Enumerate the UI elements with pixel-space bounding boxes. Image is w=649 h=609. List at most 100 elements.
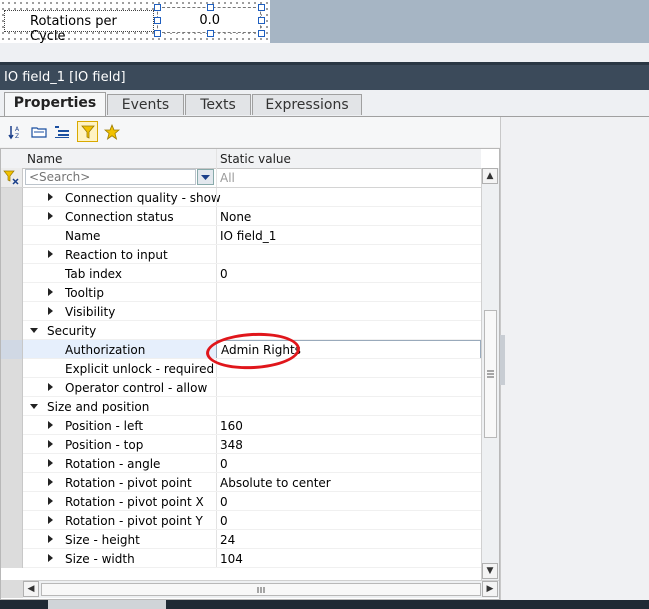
- tab-texts[interactable]: Texts: [185, 94, 251, 115]
- property-row[interactable]: Name IO field_1: [1, 226, 481, 245]
- resize-handle[interactable]: [207, 30, 214, 37]
- column-separator: [216, 226, 217, 245]
- search-dropdown-button[interactable]: [197, 169, 214, 185]
- grid-header: Name Static value: [1, 149, 481, 169]
- list-tree-icon[interactable]: [53, 123, 70, 140]
- rotations-label-object[interactable]: Rotations per Cycle: [4, 10, 154, 44]
- favorite-star-icon[interactable]: [103, 123, 120, 140]
- filter-clear-icon[interactable]: [1, 168, 23, 187]
- expand-right-icon[interactable]: [48, 440, 53, 448]
- vertical-scrollbar[interactable]: ▲ ▼: [481, 168, 499, 580]
- property-row[interactable]: Size - height 24: [1, 530, 481, 549]
- column-separator: [216, 188, 217, 207]
- property-value: None: [220, 210, 252, 224]
- property-row[interactable]: Rotation - pivot point Y 0: [1, 511, 481, 530]
- expand-down-icon[interactable]: [30, 404, 38, 409]
- property-value: 104: [220, 552, 243, 566]
- svg-text:Z: Z: [15, 133, 19, 140]
- scroll-down-button[interactable]: ▼: [482, 563, 498, 579]
- resize-handle[interactable]: [258, 17, 265, 24]
- property-row[interactable]: Rotation - pivot point X 0: [1, 492, 481, 511]
- expand-right-icon[interactable]: [48, 554, 53, 562]
- row-gutter: [1, 340, 23, 359]
- row-gutter: [1, 435, 23, 454]
- expand-right-icon[interactable]: [48, 459, 53, 467]
- expand-right-icon[interactable]: [48, 193, 53, 201]
- filter-icon[interactable]: [77, 121, 98, 142]
- vertical-scroll-thumb[interactable]: [484, 310, 497, 438]
- property-name: Connection quality - show: [65, 191, 221, 205]
- property-row[interactable]: Connection quality - show: [1, 188, 481, 207]
- column-header-value[interactable]: Static value: [220, 152, 291, 166]
- row-gutter: [1, 549, 23, 568]
- expand-right-icon[interactable]: [48, 516, 53, 524]
- property-row[interactable]: Tooltip: [1, 283, 481, 302]
- expand-right-icon[interactable]: [48, 307, 53, 315]
- property-name: Name: [65, 229, 101, 243]
- resize-handle[interactable]: [207, 4, 214, 11]
- column-separator: [216, 321, 217, 340]
- row-gutter: [1, 264, 23, 283]
- value-filter[interactable]: All: [220, 171, 235, 185]
- horizontal-scrollbar[interactable]: ◀ ▶: [23, 580, 499, 598]
- expand-right-icon[interactable]: [48, 421, 53, 429]
- expand-right-icon[interactable]: [48, 212, 53, 220]
- column-separator: [216, 511, 217, 530]
- column-separator: [216, 473, 217, 492]
- status-bar-tab[interactable]: [48, 600, 166, 609]
- property-row[interactable]: Rotation - pivot point Absolute to center: [1, 473, 481, 492]
- property-row[interactable]: Size - width 104: [1, 549, 481, 568]
- scroll-right-button[interactable]: ▶: [482, 581, 498, 597]
- sort-az-icon[interactable]: AZ: [7, 123, 24, 140]
- column-separator: [216, 549, 217, 568]
- expand-down-icon[interactable]: [30, 328, 38, 333]
- row-gutter: [1, 492, 23, 511]
- resize-handle[interactable]: [154, 4, 161, 11]
- tab-properties[interactable]: Properties: [4, 92, 106, 117]
- resize-handle[interactable]: [154, 30, 161, 37]
- column-separator: [216, 397, 217, 416]
- property-row[interactable]: Visibility: [1, 302, 481, 321]
- property-name: Reaction to input: [65, 248, 168, 262]
- property-value: 0: [220, 495, 228, 509]
- folder-icon[interactable]: [30, 123, 47, 140]
- property-row[interactable]: Position - top 348: [1, 435, 481, 454]
- property-row[interactable]: Operator control - allow: [1, 378, 481, 397]
- property-name: Rotation - angle: [65, 457, 161, 471]
- property-row[interactable]: Tab index 0: [1, 264, 481, 283]
- expand-right-icon[interactable]: [48, 535, 53, 543]
- property-value: 160: [220, 419, 243, 433]
- property-name: Position - left: [65, 419, 144, 433]
- expand-right-icon[interactable]: [48, 250, 53, 258]
- row-gutter: [1, 302, 23, 321]
- search-input[interactable]: [25, 169, 196, 185]
- property-row[interactable]: Rotation - angle 0: [1, 454, 481, 473]
- property-value: 0: [220, 514, 228, 528]
- expand-right-icon[interactable]: [48, 383, 53, 391]
- property-name: Tooltip: [65, 286, 104, 300]
- property-row[interactable]: Reaction to input: [1, 245, 481, 264]
- scroll-left-button[interactable]: ◀: [23, 581, 39, 597]
- column-separator[interactable]: [216, 149, 217, 168]
- resize-handle[interactable]: [258, 4, 265, 11]
- property-value: IO field_1: [220, 229, 277, 243]
- column-separator: [216, 435, 217, 454]
- expand-right-icon[interactable]: [48, 478, 53, 486]
- column-header-name[interactable]: Name: [27, 152, 62, 166]
- property-row[interactable]: Connection status None: [1, 207, 481, 226]
- property-row[interactable]: Size and position: [1, 397, 481, 416]
- property-row[interactable]: Position - left 160: [1, 416, 481, 435]
- expand-right-icon[interactable]: [48, 497, 53, 505]
- expand-right-icon[interactable]: [48, 288, 53, 296]
- scroll-up-button[interactable]: ▲: [482, 168, 498, 184]
- resize-handle[interactable]: [154, 17, 161, 24]
- horizontal-scroll-thumb[interactable]: [41, 583, 481, 596]
- column-separator: [216, 530, 217, 549]
- tab-expressions[interactable]: Expressions: [252, 94, 362, 115]
- resize-handle[interactable]: [258, 30, 265, 37]
- property-name: Operator control - allow: [65, 381, 208, 395]
- tab-events[interactable]: Events: [107, 94, 184, 115]
- column-separator: [216, 302, 217, 321]
- row-gutter: [1, 226, 23, 245]
- search-row: All: [1, 168, 481, 188]
